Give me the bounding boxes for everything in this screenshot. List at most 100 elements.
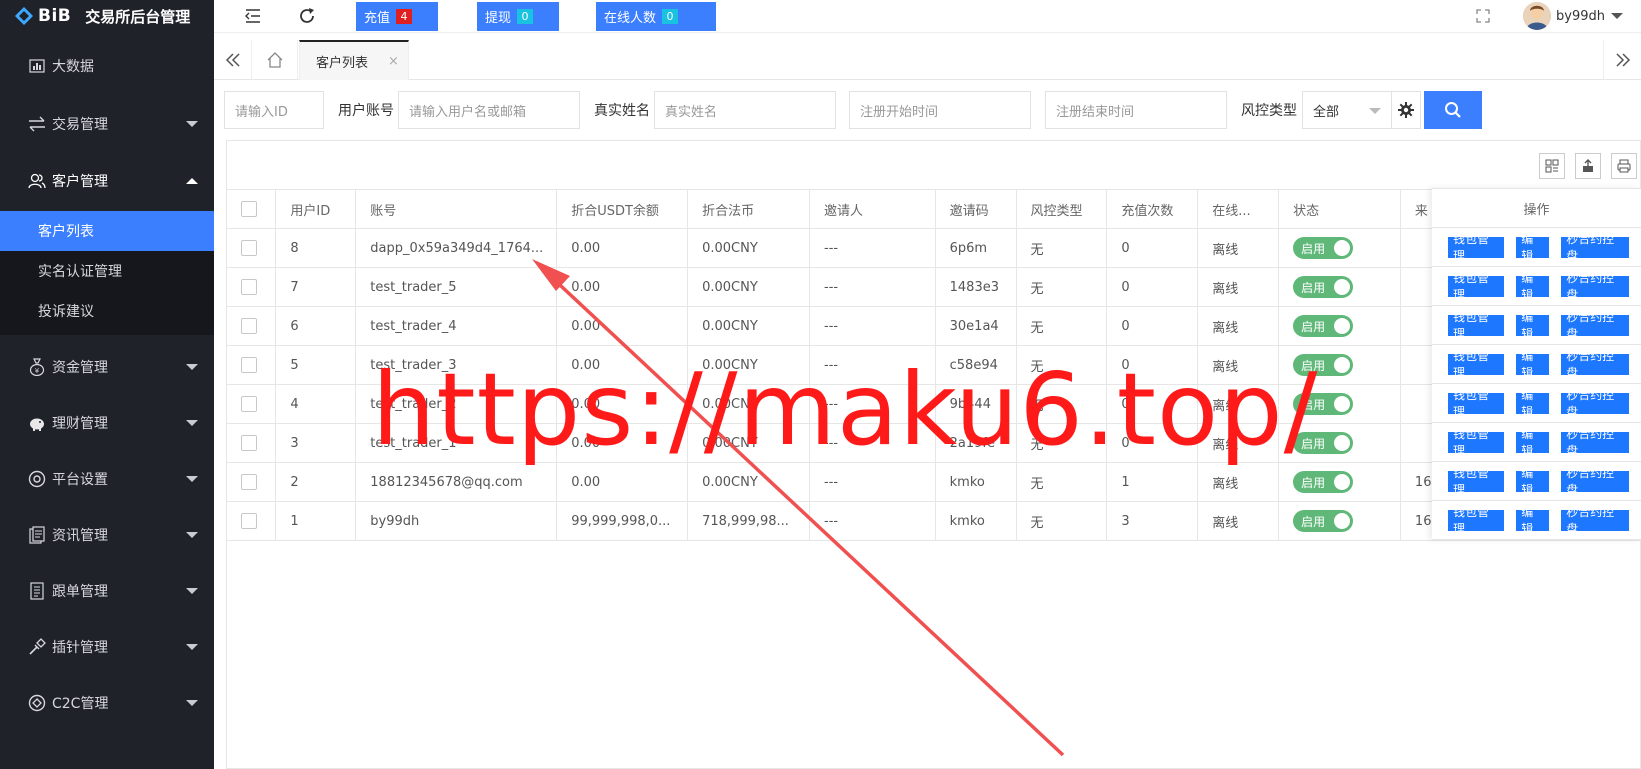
col-header-account[interactable]: 账号 bbox=[355, 189, 558, 229]
register-start-input[interactable]: 注册开始时间 bbox=[849, 91, 1031, 129]
toggle-knob bbox=[1334, 279, 1351, 295]
edit-button[interactable]: 编辑 bbox=[1516, 310, 1550, 341]
row-checkbox-cell[interactable] bbox=[227, 423, 277, 463]
print-button[interactable] bbox=[1611, 153, 1637, 179]
row-checkbox[interactable] bbox=[241, 435, 257, 451]
online-users-count-badge: 0 bbox=[662, 9, 679, 24]
contract-control-button[interactable]: 秒合约控盘 bbox=[1561, 388, 1629, 419]
cell-risk-type: 无 bbox=[1016, 501, 1108, 541]
status-toggle[interactable]: 启用 bbox=[1293, 315, 1354, 337]
edit-button[interactable]: 编辑 bbox=[1516, 271, 1550, 302]
row-checkbox-cell[interactable] bbox=[227, 306, 277, 346]
sidebar-item-funds[interactable]: ¥ 资金管理 bbox=[0, 347, 214, 387]
col-header-risk-type[interactable]: 风控类型 bbox=[1016, 189, 1108, 229]
id-input[interactable]: 请输入ID bbox=[224, 91, 324, 129]
status-toggle[interactable]: 启用 bbox=[1293, 510, 1354, 532]
online-users-button[interactable]: 在线人数 0 bbox=[596, 2, 716, 31]
contract-control-button[interactable]: 秒合约控盘 bbox=[1561, 427, 1629, 458]
contract-control-button[interactable]: 秒合约控盘 bbox=[1561, 349, 1629, 380]
wallet-manage-button[interactable]: 钱包管理 bbox=[1448, 505, 1505, 536]
row-checkbox[interactable] bbox=[241, 318, 257, 334]
user-menu[interactable]: by99dh bbox=[1523, 2, 1623, 30]
logo[interactable]: BiB 交易所后台管理 bbox=[0, 0, 214, 32]
edit-button[interactable]: 编辑 bbox=[1516, 349, 1550, 380]
wallet-manage-button[interactable]: 钱包管理 bbox=[1448, 232, 1505, 263]
wallet-manage-button[interactable]: 钱包管理 bbox=[1448, 310, 1505, 341]
row-checkbox-cell[interactable] bbox=[227, 462, 277, 502]
sidebar-subitem-customer-list[interactable]: 客户列表 bbox=[0, 211, 214, 251]
row-checkbox[interactable] bbox=[241, 474, 257, 490]
settings-button[interactable] bbox=[1391, 91, 1421, 129]
status-toggle[interactable]: 启用 bbox=[1293, 471, 1354, 493]
withdraw-button[interactable]: 提现 0 bbox=[477, 2, 559, 31]
select-all-checkbox[interactable] bbox=[241, 201, 257, 217]
edit-button[interactable]: 编辑 bbox=[1516, 505, 1550, 536]
search-button[interactable] bbox=[1424, 91, 1482, 129]
risk-type-select[interactable]: 全部 bbox=[1302, 91, 1392, 129]
cell-user-id: 6 bbox=[275, 306, 357, 346]
row-checkbox-cell[interactable] bbox=[227, 345, 277, 385]
col-header-status[interactable]: 状态 bbox=[1278, 189, 1401, 229]
contract-control-button[interactable]: 秒合约控盘 bbox=[1561, 310, 1629, 341]
sidebar-item-customers[interactable]: 客户管理 bbox=[0, 161, 214, 201]
columns-filter-button[interactable] bbox=[1539, 153, 1565, 179]
account-input[interactable]: 请输入用户名或邮箱 bbox=[398, 91, 580, 129]
sidebar-item-wealth[interactable]: 理财管理 bbox=[0, 403, 214, 443]
row-checkbox-cell[interactable] bbox=[227, 228, 277, 268]
sidebar-item-trading[interactable]: 交易管理 bbox=[0, 104, 214, 144]
sidebar-subitem-complaints[interactable]: 投诉建议 bbox=[0, 291, 214, 331]
fullscreen-icon[interactable] bbox=[1476, 9, 1490, 23]
wallet-manage-button[interactable]: 钱包管理 bbox=[1448, 349, 1505, 380]
contract-control-button[interactable]: 秒合约控盘 bbox=[1561, 466, 1629, 497]
tabs-scroll-left-button[interactable] bbox=[214, 40, 252, 80]
edit-button[interactable]: 编辑 bbox=[1516, 466, 1550, 497]
edit-button[interactable]: 编辑 bbox=[1516, 427, 1550, 458]
contract-control-button[interactable]: 秒合约控盘 bbox=[1561, 271, 1629, 302]
row-checkbox-cell[interactable] bbox=[227, 267, 277, 307]
sidebar-item-platform-settings[interactable]: 平台设置 bbox=[0, 459, 214, 499]
row-checkbox[interactable] bbox=[241, 279, 257, 295]
menu-collapse-icon[interactable] bbox=[244, 7, 262, 25]
sidebar-item-spike[interactable]: 插针管理 bbox=[0, 627, 214, 667]
edit-button[interactable]: 编辑 bbox=[1516, 232, 1550, 263]
status-toggle[interactable]: 启用 bbox=[1293, 276, 1354, 298]
col-header-recharge-count[interactable]: 充值次数 bbox=[1106, 189, 1199, 229]
sidebar-subitem-kyc[interactable]: 实名认证管理 bbox=[0, 251, 214, 291]
row-checkbox[interactable] bbox=[241, 396, 257, 412]
col-header-fiat[interactable]: 折合法币 bbox=[687, 189, 810, 229]
tabs-scroll-right-button[interactable] bbox=[1603, 40, 1641, 80]
wallet-manage-button[interactable]: 钱包管理 bbox=[1448, 271, 1505, 302]
export-button[interactable] bbox=[1575, 153, 1601, 179]
wallet-manage-button[interactable]: 钱包管理 bbox=[1448, 388, 1505, 419]
close-icon[interactable]: × bbox=[388, 54, 399, 69]
refresh-icon[interactable] bbox=[298, 7, 316, 25]
select-all-checkbox-cell[interactable] bbox=[227, 189, 277, 229]
row-checkbox[interactable] bbox=[241, 513, 257, 529]
contract-control-button[interactable]: 秒合约控盘 bbox=[1561, 232, 1629, 263]
col-header-user-id[interactable]: 用户ID bbox=[275, 189, 357, 229]
sidebar-item-bigdata[interactable]: 大数据 bbox=[0, 46, 214, 86]
row-checkbox[interactable] bbox=[241, 240, 257, 256]
realname-input[interactable]: 真实姓名 bbox=[654, 91, 836, 129]
register-end-input[interactable]: 注册结束时间 bbox=[1045, 91, 1227, 129]
col-header-usdt-balance[interactable]: 折合USDT余额 bbox=[556, 189, 689, 229]
col-header-invite-code[interactable]: 邀请码 bbox=[935, 189, 1017, 229]
row-checkbox-cell[interactable] bbox=[227, 501, 277, 541]
svg-text:¥: ¥ bbox=[35, 367, 40, 375]
status-toggle[interactable]: 启用 bbox=[1293, 237, 1354, 259]
recharge-button[interactable]: 充值 4 bbox=[356, 2, 438, 31]
sidebar-item-copy-trading[interactable]: 跟单管理 bbox=[0, 571, 214, 611]
wallet-manage-button[interactable]: 钱包管理 bbox=[1448, 427, 1505, 458]
wallet-manage-button[interactable]: 钱包管理 bbox=[1448, 466, 1505, 497]
sidebar-item-news[interactable]: 资讯管理 bbox=[0, 515, 214, 555]
edit-button[interactable]: 编辑 bbox=[1516, 388, 1550, 419]
sidebar-item-c2c[interactable]: C2C管理 bbox=[0, 683, 214, 723]
risk-type-value: 全部 bbox=[1313, 104, 1340, 120]
row-checkbox-cell[interactable] bbox=[227, 384, 277, 424]
tab-customer-list[interactable]: 客户列表 × bbox=[299, 40, 409, 80]
col-header-inviter[interactable]: 邀请人 bbox=[809, 189, 936, 229]
home-tab[interactable] bbox=[252, 40, 298, 80]
contract-control-button[interactable]: 秒合约控盘 bbox=[1561, 505, 1629, 536]
row-checkbox[interactable] bbox=[241, 357, 257, 373]
col-header-online[interactable]: 在线... bbox=[1197, 189, 1280, 229]
